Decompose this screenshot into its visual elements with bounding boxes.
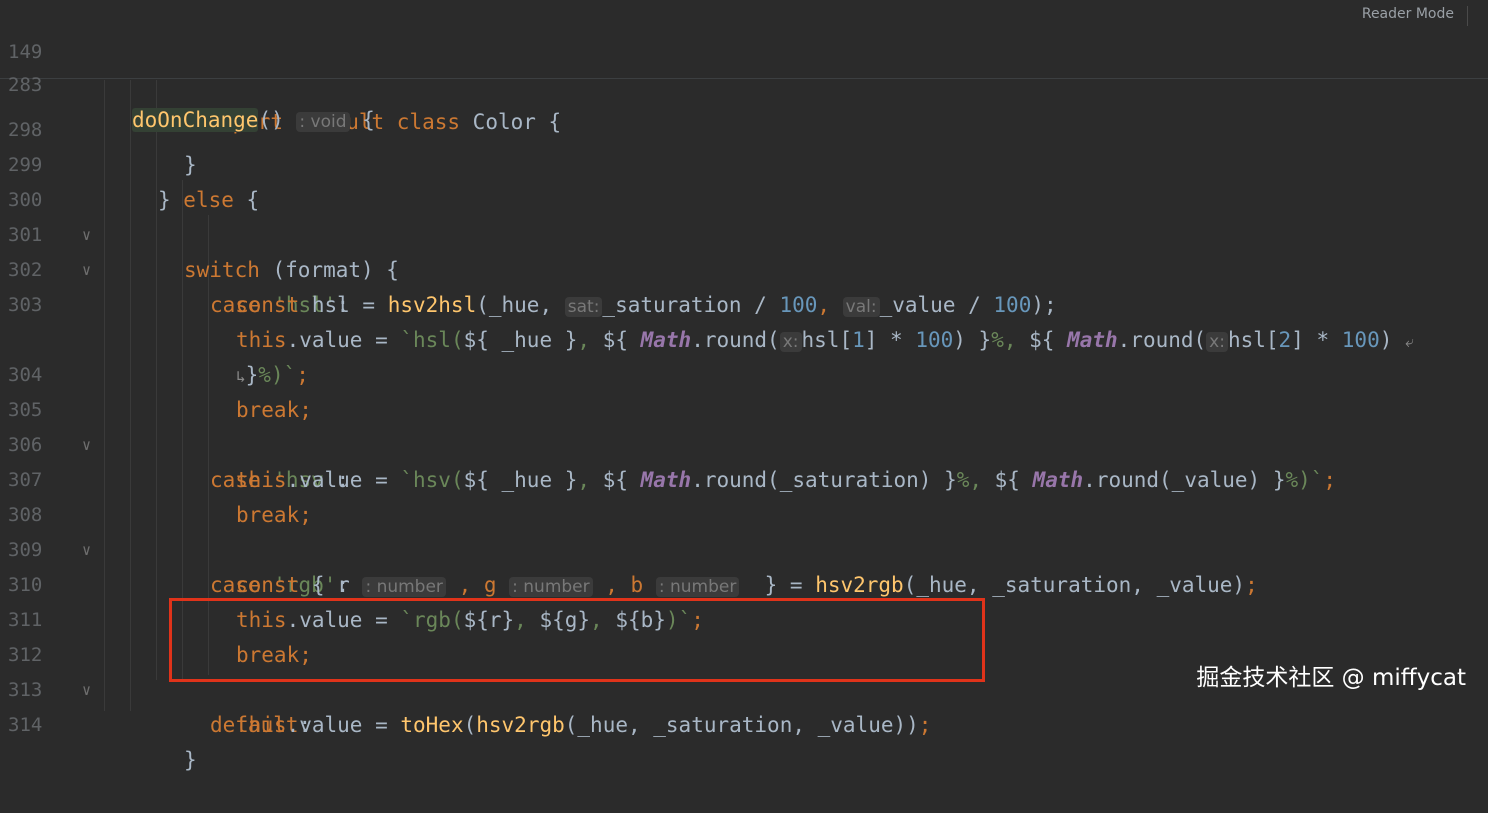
code-line: 307 break;	[0, 428, 1488, 527]
code-line: 309 const { r : number , g : number , b …	[0, 498, 1488, 597]
line-number: 283	[8, 74, 43, 96]
code-line: 304 break;	[0, 323, 1488, 422]
code-line: ↳}%)`;	[236, 363, 309, 387]
sticky-scroll-header: 149 export default class Color { 283 doO…	[0, 0, 1488, 134]
line-number: 314	[8, 714, 43, 736]
code-line: 306 this.value = `hsv(${ _hue }, ${ Math…	[0, 393, 1488, 492]
code-line: 301 ∨ case 'hsl':	[0, 183, 1488, 317]
reader-mode-button[interactable]: Reader Mode	[1362, 6, 1454, 22]
function-name: doOnChange	[132, 108, 259, 132]
code-line: 310 this.value = `rgb(${r}, ${g}, ${b})`…	[0, 533, 1488, 632]
code-line: 283 doOnChange() : void {	[0, 33, 1488, 132]
code-line: 149 export default class Color {	[0, 0, 1488, 134]
divider	[1467, 6, 1468, 26]
code-line: 303 this.value = `hsl(${ _hue }, ${ Math…	[0, 253, 1488, 352]
code-editor[interactable]: 149 export default class Color { 283 doO…	[0, 0, 1488, 772]
type-hint: : void	[296, 112, 350, 132]
highlight-annotation-box	[169, 598, 985, 682]
class-name: Color {	[472, 110, 562, 134]
code-line: 305 ∨ case 'hsv':	[0, 358, 1488, 492]
watermark: 掘金技术社区 @ miffycat	[1196, 665, 1466, 691]
code-line: 308 ∨ case 'rgb':	[0, 463, 1488, 597]
code-line: 302 const hsl = hsv2hsl(_hue, sat: _satur…	[0, 218, 1488, 317]
